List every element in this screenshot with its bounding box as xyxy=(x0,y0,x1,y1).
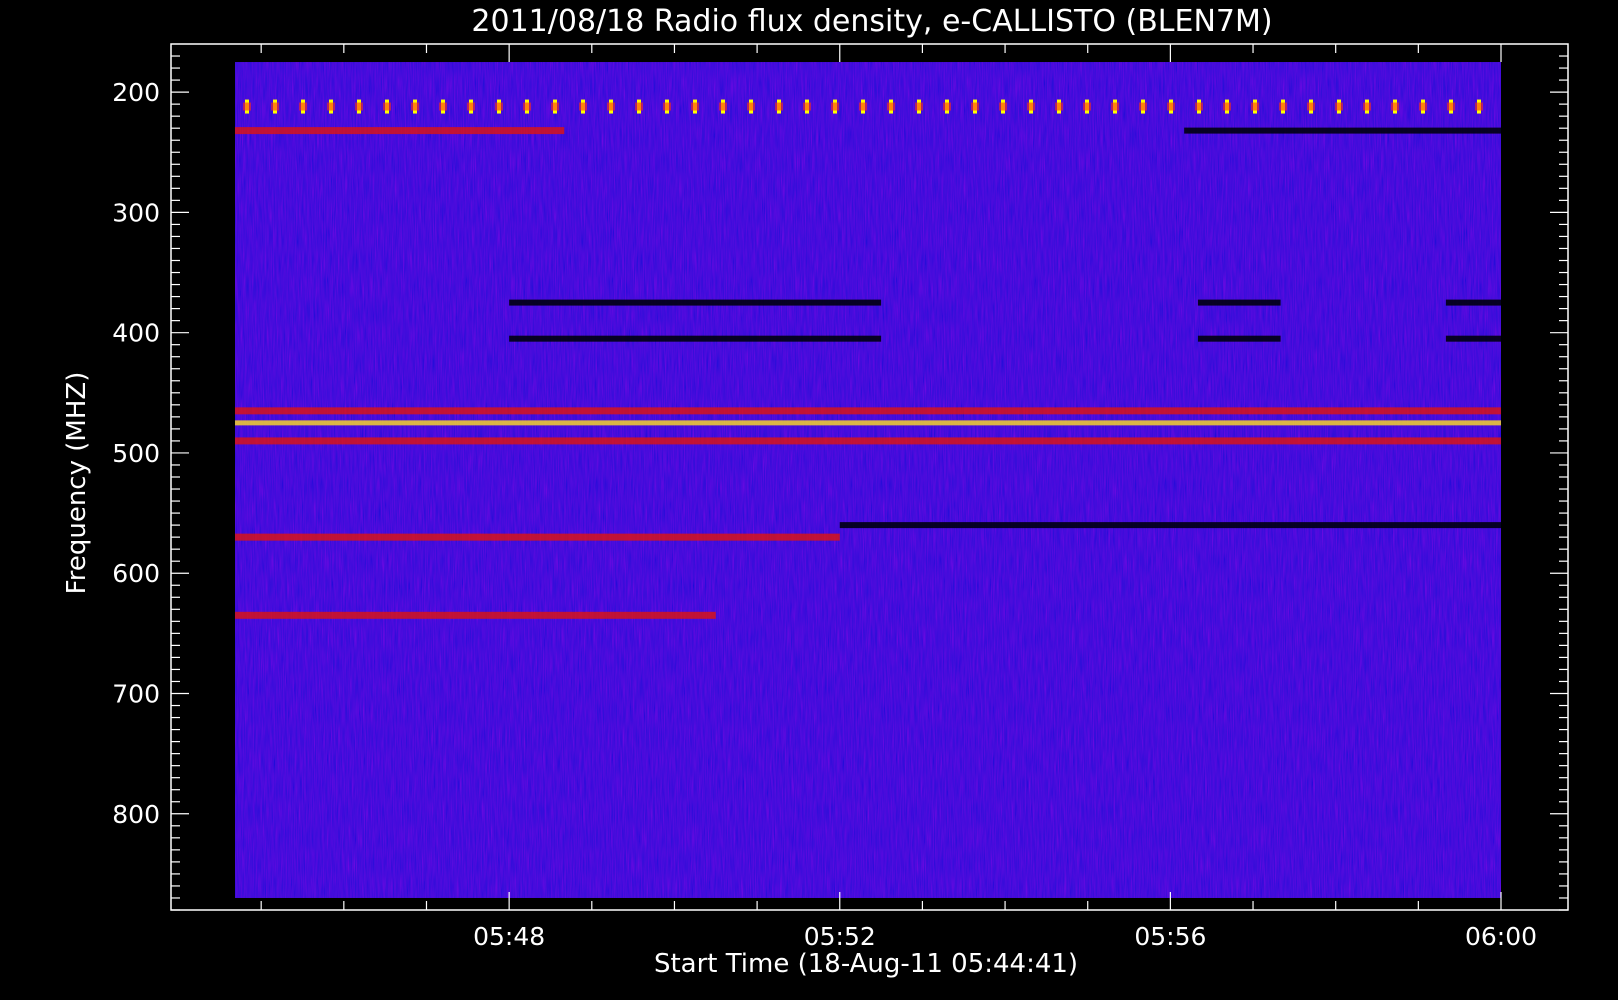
band-black-375-13 xyxy=(1445,299,1501,306)
x-tick-label: 05:56 xyxy=(1134,922,1206,951)
x-axis-label: Start Time (18-Aug-11 05:44:41) xyxy=(654,949,1078,979)
band-black-375-9 xyxy=(509,299,882,306)
spike-halo xyxy=(383,102,391,111)
y-tick-label: 200 xyxy=(112,78,160,107)
spike-halo xyxy=(1363,102,1371,111)
band-red-465-4 xyxy=(235,407,1501,415)
x-tick-label: 05:48 xyxy=(473,922,545,951)
spike-halo xyxy=(1223,102,1231,111)
spectrogram-image xyxy=(235,62,1501,898)
x-tick-label: 05:52 xyxy=(804,922,876,951)
spike-halo xyxy=(411,102,419,111)
spike-halo xyxy=(1335,102,1343,111)
spike-halo xyxy=(747,102,755,111)
band-black-405-10 xyxy=(509,335,882,342)
spike-halo xyxy=(355,102,363,111)
spike-halo xyxy=(495,102,503,111)
y-axis-label: Frequency (MHZ) xyxy=(62,372,92,595)
spike-halo xyxy=(831,102,839,111)
spike-halo xyxy=(1447,102,1455,111)
band-red-490-5 xyxy=(235,437,1501,445)
spike-halo xyxy=(1475,102,1483,111)
spike-halo xyxy=(299,102,307,111)
spike-halo xyxy=(803,102,811,111)
spectrogram-chart: 2011/08/18 Radio flux density, e-CALLIST… xyxy=(0,0,1618,1000)
spike-halo xyxy=(1419,102,1427,111)
band-black-405-12 xyxy=(1197,335,1281,342)
spike-halo xyxy=(551,102,559,111)
spike-halo xyxy=(1167,102,1175,111)
spike-halo xyxy=(579,102,587,111)
chart-title: 2011/08/18 Radio flux density, e-CALLIST… xyxy=(471,4,1272,39)
spike-halo xyxy=(943,102,951,111)
y-tick-label: 800 xyxy=(112,800,160,829)
x-tick-label: 06:00 xyxy=(1465,922,1537,951)
spike-halo xyxy=(971,102,979,111)
y-tick-label: 600 xyxy=(112,559,160,588)
band-black-232-2 xyxy=(1184,127,1501,134)
spike-halo xyxy=(1139,102,1147,111)
spike-halo xyxy=(887,102,895,111)
band-red-232-1 xyxy=(235,127,565,135)
spike-halo xyxy=(271,102,279,111)
band-black-405-14 xyxy=(1445,335,1501,342)
band-red-570-6 xyxy=(235,533,840,541)
spike-halo xyxy=(467,102,475,111)
y-tick-label: 300 xyxy=(112,198,160,227)
spike-halo xyxy=(1083,102,1091,111)
spike-halo xyxy=(635,102,643,111)
spike-halo xyxy=(691,102,699,111)
spike-halo xyxy=(1195,102,1203,111)
spike-halo xyxy=(915,102,923,111)
spike-halo xyxy=(327,102,335,111)
spike-halo xyxy=(999,102,1007,111)
band-yellow-475-3 xyxy=(235,420,1501,426)
spike-halo xyxy=(775,102,783,111)
spike-halo xyxy=(607,102,615,111)
band-black-560-8 xyxy=(839,522,1501,529)
y-tick-label: 500 xyxy=(112,439,160,468)
spike-halo xyxy=(859,102,867,111)
y-tick-label: 700 xyxy=(112,680,160,709)
spike-halo xyxy=(1391,102,1399,111)
spike-halo xyxy=(663,102,671,111)
spike-halo xyxy=(1279,102,1287,111)
spike-halo xyxy=(439,102,447,111)
spike-halo xyxy=(1027,102,1035,111)
spike-halo xyxy=(243,102,251,111)
spike-halo xyxy=(719,102,727,111)
spike-halo xyxy=(1111,102,1119,111)
band-red-635-7 xyxy=(235,611,716,619)
spike-halo xyxy=(523,102,531,111)
spike-halo xyxy=(1055,102,1063,111)
spectrogram-noise xyxy=(235,62,1501,898)
spike-halo xyxy=(1251,102,1259,111)
band-black-375-11 xyxy=(1197,299,1281,306)
spike-halo xyxy=(1307,102,1315,111)
y-tick-label: 400 xyxy=(112,319,160,348)
